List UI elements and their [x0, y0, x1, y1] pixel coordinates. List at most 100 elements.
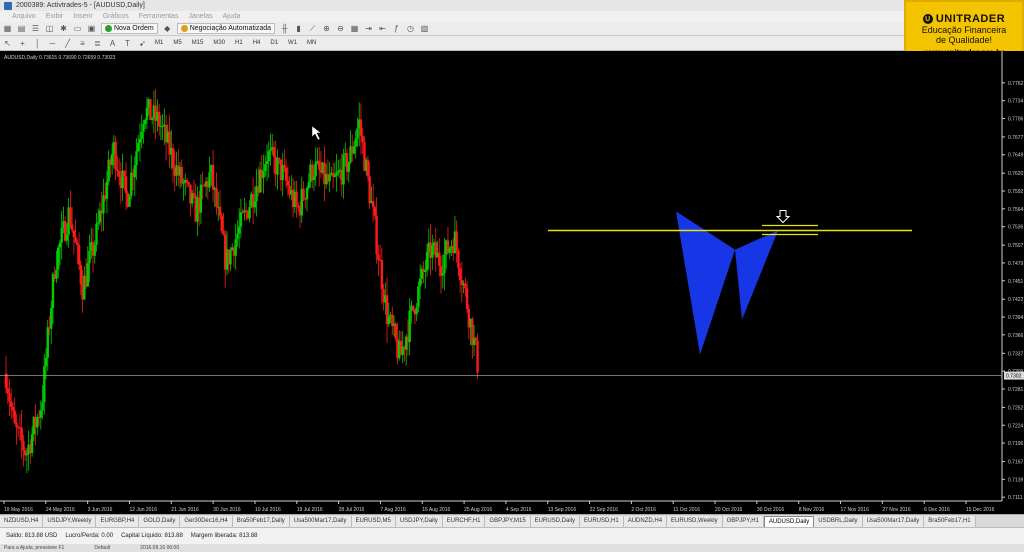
chart-tab-0[interactable]: NZDUSD,H4 [0, 516, 44, 527]
candle-body-2261 [236, 233, 239, 240]
timeframe-d1[interactable]: D1 [268, 40, 280, 46]
menu-item-arquivo[interactable]: Arquivo [12, 13, 36, 20]
chart-tab-8[interactable]: USDJPY,Daily [395, 516, 443, 527]
candlestick-chart[interactable]: AUDUSD,Daily 0.73615 0.73690 0.72659 0.7… [0, 51, 1024, 514]
templates-icon[interactable]: ▧ [420, 24, 429, 33]
trendline-icon[interactable]: ╱ [63, 39, 72, 48]
candle-body-306 [36, 416, 39, 428]
y-tick-label-8: 0.7536 [1008, 225, 1024, 231]
timeframe-h1[interactable]: H1 [233, 40, 245, 46]
chart-shift-icon[interactable]: ⇤ [378, 24, 387, 33]
menu-item-ajuda[interactable]: Ajuda [223, 13, 241, 20]
candle-body-3808 [394, 323, 397, 339]
fibonacci-icon[interactable]: ≣ [93, 39, 102, 48]
menu-item-graficos[interactable]: Gráficos [103, 13, 129, 20]
candle-body-3298 [342, 154, 345, 185]
candle-body-3434 [356, 128, 359, 139]
chart-tab-19[interactable]: Bra50Feb17,H1 [924, 516, 976, 527]
candle-body-2856 [297, 205, 300, 208]
meta-editor-icon[interactable]: ◆ [163, 24, 172, 33]
new-chart-icon[interactable]: ▦ [3, 24, 12, 33]
menu-item-inserir[interactable]: Inserir [73, 13, 92, 20]
chart-tab-16[interactable]: AUDUSD,Daily [763, 516, 815, 527]
auto-trading-button[interactable]: Negociação Automatizada [176, 23, 276, 34]
candle-body-3060 [318, 160, 321, 170]
terminal-icon[interactable]: ▭ [73, 24, 82, 33]
chart-tab-4[interactable]: Ger30Dec16,H4 [180, 516, 233, 527]
bar-chart-icon[interactable]: ╫ [280, 24, 289, 33]
timeframe-mn[interactable]: MN [305, 40, 318, 46]
candle-body-3553 [368, 176, 371, 204]
chart-tab-6[interactable]: Usa500Mar17,Daily [289, 516, 352, 527]
zoom-in-icon[interactable]: ⊕ [322, 24, 331, 33]
autoscroll-icon[interactable]: ⇥ [364, 24, 373, 33]
candle-body-102 [15, 422, 18, 428]
indicators-icon[interactable]: ƒ [392, 24, 401, 33]
candle-body-4403 [455, 231, 458, 251]
chart-tab-14[interactable]: EURUSD,Weekly [667, 516, 723, 527]
chart-tab-13[interactable]: AUDNZD,H4 [623, 516, 668, 527]
candle-body-2720 [283, 165, 286, 168]
timeframe-m5[interactable]: M5 [171, 40, 183, 46]
y-tick-label-10: 0.7479 [1008, 261, 1024, 267]
crosshair-icon[interactable]: + [18, 39, 27, 48]
label-tool-icon[interactable]: T [123, 39, 132, 48]
text-tool-icon[interactable]: A [108, 39, 117, 48]
x-tick-label-15: 2 Oct 2016 [631, 507, 656, 513]
chart-window[interactable]: AUDUSD,Daily 0.73615 0.73690 0.72659 0.7… [0, 51, 1024, 514]
candle-body-2193 [229, 249, 232, 265]
candle-body-3978 [411, 305, 415, 310]
chart-tab-1[interactable]: USDJPY,Weekly [43, 516, 97, 527]
x-tick-label-10: 16 Aug 2016 [422, 507, 450, 513]
new-order-button[interactable]: Nova Ordem [101, 23, 158, 34]
profiles-icon[interactable]: ▤ [17, 24, 26, 33]
candle-body-4335 [448, 248, 451, 253]
harmonic-pattern-leg-1 [676, 211, 735, 355]
chart-tab-11[interactable]: EURUSD,Daily [530, 516, 581, 527]
y-tick-label-20: 0.7196 [1008, 441, 1024, 447]
candle-chart-icon[interactable]: ▮ [294, 24, 303, 33]
timeframe-h4[interactable]: H4 [251, 40, 263, 46]
candle-body-1989 [208, 172, 211, 188]
chart-tab-12[interactable]: EURUSD,H1 [580, 516, 624, 527]
timeframe-m15[interactable]: M15 [190, 40, 206, 46]
arrow-tool-icon[interactable]: ➹ [138, 39, 147, 48]
channel-icon[interactable]: ≡ [78, 39, 87, 48]
y-tick-label-12: 0.7422 [1008, 297, 1024, 303]
candle-body-3230 [335, 172, 338, 176]
tile-windows-icon[interactable]: ▦ [350, 24, 359, 33]
data-window-icon[interactable]: ◫ [45, 24, 54, 33]
candle-body-1258 [133, 165, 136, 178]
market-watch-icon[interactable]: ☰ [31, 24, 40, 33]
menu-item-janelas[interactable]: Janelas [188, 13, 212, 20]
line-chart-icon[interactable]: ⟋ [308, 24, 317, 33]
chart-tab-15[interactable]: GBPJPY,H1 [722, 516, 764, 527]
tester-icon[interactable]: ▣ [87, 24, 96, 33]
chart-tab-18[interactable]: Usa500Mar17,Daily [862, 516, 925, 527]
y-tick-label-5: 0.7620 [1008, 171, 1024, 177]
navigator-icon[interactable]: ✱ [59, 24, 68, 33]
y-tick-label-21: 0.7167 [1008, 460, 1024, 466]
timeframe-m30[interactable]: M30 [211, 40, 227, 46]
menu-item-exibir[interactable]: Exibir [46, 13, 64, 20]
zoom-out-icon[interactable]: ⊖ [336, 24, 345, 33]
periods-icon[interactable]: ◷ [406, 24, 415, 33]
chart-tab-17[interactable]: USDBRL,Daily [814, 516, 863, 527]
candle-body-2244 [234, 239, 237, 256]
chart-tab-3[interactable]: GOLD,Daily [139, 516, 181, 527]
candle-body-68 [11, 406, 15, 411]
candle-body-1734 [182, 182, 185, 184]
chart-tab-5[interactable]: Bra50Feb17,Daily [232, 516, 290, 527]
horizontal-line-icon[interactable]: ─ [48, 39, 57, 48]
y-tick-label-13: 0.7394 [1008, 315, 1024, 321]
chart-tab-2[interactable]: EURGBP,H4 [96, 516, 140, 527]
timeframe-m1[interactable]: M1 [153, 40, 165, 46]
timeframe-w1[interactable]: W1 [286, 40, 299, 46]
chart-tab-10[interactable]: GBPJPY,M15 [485, 516, 531, 527]
cursor-icon[interactable]: ↖ [3, 39, 12, 48]
chart-tab-9[interactable]: EURCHF,H1 [442, 516, 486, 527]
menu-item-ferramentas[interactable]: Ferramentas [139, 13, 179, 20]
chart-tab-7[interactable]: EURUSD,M5 [351, 516, 396, 527]
candle-body-442 [50, 308, 53, 329]
vertical-line-icon[interactable]: │ [33, 39, 42, 48]
